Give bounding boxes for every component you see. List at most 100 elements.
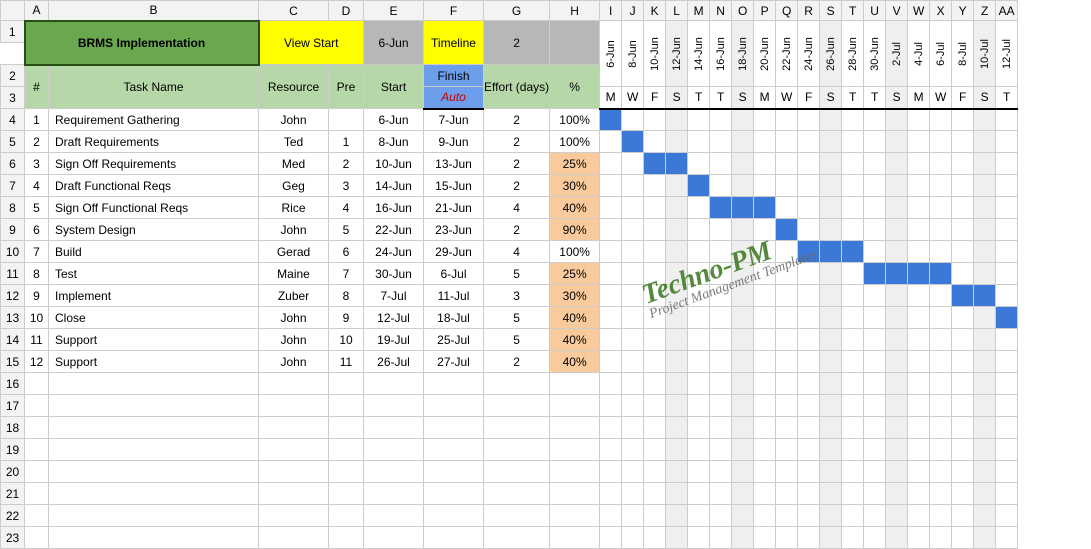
empty-cell[interactable] bbox=[952, 439, 974, 461]
row-number[interactable]: 5 bbox=[1, 131, 25, 153]
col-letter[interactable]: AA bbox=[996, 1, 1018, 21]
empty-cell[interactable] bbox=[754, 483, 776, 505]
task-name[interactable]: Support bbox=[49, 329, 259, 351]
task-percent[interactable]: 40% bbox=[550, 329, 600, 351]
empty-cell[interactable] bbox=[710, 527, 732, 549]
empty-cell[interactable] bbox=[600, 439, 622, 461]
empty-cell[interactable] bbox=[25, 373, 49, 395]
empty-cell[interactable] bbox=[820, 461, 842, 483]
empty-cell[interactable] bbox=[908, 439, 930, 461]
col-letter[interactable]: S bbox=[820, 1, 842, 21]
empty-cell[interactable] bbox=[974, 417, 996, 439]
empty-cell[interactable] bbox=[644, 461, 666, 483]
empty-cell[interactable] bbox=[364, 417, 424, 439]
task-effort[interactable]: 2 bbox=[484, 175, 550, 197]
task-name[interactable]: System Design bbox=[49, 219, 259, 241]
task-effort[interactable]: 5 bbox=[484, 329, 550, 351]
task-effort[interactable]: 2 bbox=[484, 131, 550, 153]
empty-cell[interactable] bbox=[820, 527, 842, 549]
empty-cell[interactable] bbox=[25, 439, 49, 461]
empty-cell[interactable] bbox=[424, 395, 484, 417]
col-letter[interactable]: F bbox=[424, 1, 484, 21]
empty-cell[interactable] bbox=[666, 395, 688, 417]
empty-cell[interactable] bbox=[842, 527, 864, 549]
empty-cell[interactable] bbox=[996, 439, 1018, 461]
col-letter[interactable]: D bbox=[329, 1, 364, 21]
empty-cell[interactable] bbox=[364, 505, 424, 527]
col-letter[interactable]: J bbox=[622, 1, 644, 21]
empty-cell[interactable] bbox=[666, 439, 688, 461]
empty-cell[interactable] bbox=[886, 439, 908, 461]
empty-cell[interactable] bbox=[754, 527, 776, 549]
empty-cell[interactable] bbox=[550, 461, 600, 483]
empty-cell[interactable] bbox=[688, 527, 710, 549]
empty-cell[interactable] bbox=[996, 461, 1018, 483]
empty-cell[interactable] bbox=[820, 373, 842, 395]
task-effort[interactable]: 2 bbox=[484, 153, 550, 175]
empty-cell[interactable] bbox=[842, 483, 864, 505]
empty-cell[interactable] bbox=[776, 461, 798, 483]
row-number[interactable]: 6 bbox=[1, 153, 25, 175]
empty-cell[interactable] bbox=[930, 505, 952, 527]
empty-cell[interactable] bbox=[798, 373, 820, 395]
empty-cell[interactable] bbox=[329, 417, 364, 439]
empty-cell[interactable] bbox=[930, 417, 952, 439]
empty-cell[interactable] bbox=[49, 439, 259, 461]
empty-cell[interactable] bbox=[666, 527, 688, 549]
empty-cell[interactable] bbox=[952, 505, 974, 527]
empty-cell[interactable] bbox=[996, 505, 1018, 527]
empty-cell[interactable] bbox=[842, 373, 864, 395]
col-letter[interactable]: V bbox=[886, 1, 908, 21]
empty-cell[interactable] bbox=[25, 505, 49, 527]
col-letter[interactable]: G bbox=[484, 1, 550, 21]
empty-cell[interactable] bbox=[329, 439, 364, 461]
task-name[interactable]: Sign Off Requirements bbox=[49, 153, 259, 175]
empty-cell[interactable] bbox=[996, 483, 1018, 505]
empty-cell[interactable] bbox=[886, 373, 908, 395]
empty-cell[interactable] bbox=[622, 461, 644, 483]
empty-cell[interactable] bbox=[550, 483, 600, 505]
empty-cell[interactable] bbox=[666, 461, 688, 483]
empty-cell[interactable] bbox=[952, 395, 974, 417]
empty-cell[interactable] bbox=[798, 395, 820, 417]
empty-cell[interactable] bbox=[666, 505, 688, 527]
task-percent[interactable]: 100% bbox=[550, 109, 600, 131]
col-letter[interactable]: E bbox=[364, 1, 424, 21]
empty-cell[interactable] bbox=[424, 483, 484, 505]
empty-cell[interactable] bbox=[886, 461, 908, 483]
empty-cell[interactable] bbox=[25, 527, 49, 549]
row-number[interactable]: 21 bbox=[1, 483, 25, 505]
empty-cell[interactable] bbox=[952, 483, 974, 505]
col-letter[interactable]: M bbox=[688, 1, 710, 21]
empty-cell[interactable] bbox=[974, 483, 996, 505]
task-percent[interactable]: 40% bbox=[550, 197, 600, 219]
task-percent[interactable]: 90% bbox=[550, 219, 600, 241]
task-finish[interactable]: 15-Jun bbox=[424, 175, 484, 197]
empty-cell[interactable] bbox=[930, 373, 952, 395]
empty-cell[interactable] bbox=[644, 439, 666, 461]
empty-cell[interactable] bbox=[424, 417, 484, 439]
task-pre[interactable]: 1 bbox=[329, 131, 364, 153]
row-number[interactable]: 14 bbox=[1, 329, 25, 351]
empty-cell[interactable] bbox=[424, 461, 484, 483]
empty-cell[interactable] bbox=[864, 505, 886, 527]
task-pre[interactable]: 4 bbox=[329, 197, 364, 219]
empty-cell[interactable] bbox=[600, 483, 622, 505]
empty-cell[interactable] bbox=[974, 395, 996, 417]
row-number[interactable]: 13 bbox=[1, 307, 25, 329]
empty-cell[interactable] bbox=[908, 527, 930, 549]
empty-cell[interactable] bbox=[259, 439, 329, 461]
empty-cell[interactable] bbox=[710, 417, 732, 439]
row-number[interactable]: 19 bbox=[1, 439, 25, 461]
task-name[interactable]: Sign Off Functional Reqs bbox=[49, 197, 259, 219]
task-effort[interactable]: 4 bbox=[484, 197, 550, 219]
empty-cell[interactable] bbox=[776, 483, 798, 505]
empty-cell[interactable] bbox=[25, 483, 49, 505]
empty-cell[interactable] bbox=[622, 527, 644, 549]
empty-cell[interactable] bbox=[644, 505, 666, 527]
row-number[interactable]: 10 bbox=[1, 241, 25, 263]
task-resource[interactable]: John bbox=[259, 109, 329, 131]
empty-cell[interactable] bbox=[600, 395, 622, 417]
task-start[interactable]: 14-Jun bbox=[364, 175, 424, 197]
view-start-date[interactable]: 6-Jun bbox=[364, 21, 424, 65]
